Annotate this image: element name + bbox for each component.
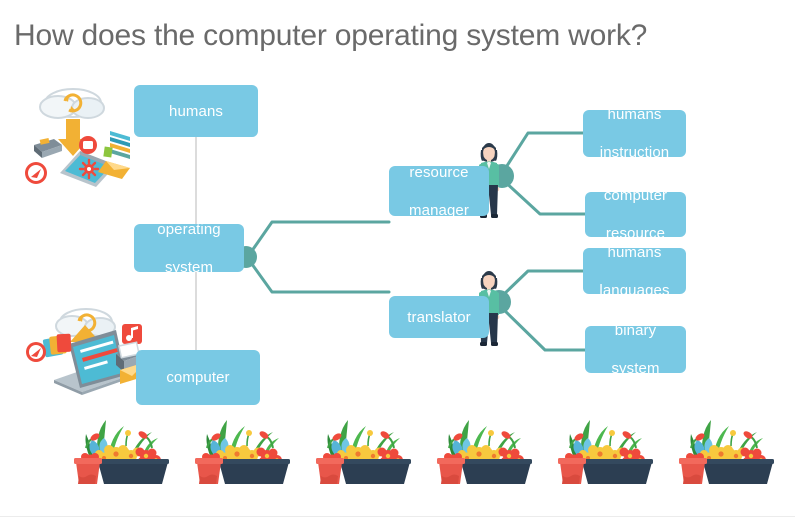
node-humans-instruction-label-line1: humans (607, 106, 662, 123)
node-binary-system[interactable]: binary system (585, 322, 686, 377)
node-operating-system-label: operating system (157, 220, 220, 277)
node-binary-system-label: binary system (611, 321, 659, 378)
node-resource-manager-label: resource manager (409, 163, 469, 220)
node-computer-label: computer (166, 369, 230, 386)
node-resource-manager[interactable]: resource manager (389, 164, 489, 219)
laptop-cloud-upload-illustration (20, 296, 150, 409)
node-operating-system-label-line2: system (164, 258, 214, 276)
node-computer-resource-label-line1: computer (603, 187, 668, 204)
planter-illustration (673, 414, 777, 491)
node-translator[interactable]: translator (389, 296, 489, 338)
planter-illustration (431, 414, 535, 491)
slide-canvas: How does the computer operating system w… (0, 0, 795, 531)
cloud-download-mobile-illustration (18, 83, 136, 196)
node-operating-system[interactable]: operating system (134, 221, 244, 276)
node-resource-manager-label-line1: resource (409, 163, 469, 181)
planter-illustration (310, 414, 414, 491)
page-title: How does the computer operating system w… (14, 19, 648, 52)
node-translator-label: translator (407, 308, 471, 326)
node-binary-system-label-line2: system (611, 360, 660, 377)
node-humans-label: humans (169, 102, 223, 120)
node-computer-resource-label: computer resource (604, 186, 667, 243)
node-humans-instruction[interactable]: humans instruction (583, 106, 686, 161)
node-humans-instruction-label: humans instruction (600, 105, 669, 162)
node-resource-manager-label-line2: manager (409, 201, 469, 219)
node-humans[interactable]: humans (134, 85, 258, 137)
node-humans-instruction-label-line2: instruction (599, 144, 670, 161)
planter-illustration (189, 414, 293, 491)
node-computer-resource-label-line2: resource (605, 225, 666, 242)
node-humans-languages-label-line2: languages (599, 281, 670, 299)
node-computer[interactable]: computer (136, 350, 260, 405)
node-operating-system-label-line1: operating (157, 220, 221, 238)
planter-row (0, 414, 795, 494)
node-humans-languages-label-line1: humans (607, 243, 662, 261)
node-humans-languages-label: humans languages (599, 243, 669, 300)
planter-illustration (68, 414, 172, 491)
node-binary-system-label-line1: binary (614, 322, 657, 339)
node-humans-languages[interactable]: humans languages (583, 244, 686, 299)
planter-illustration (552, 414, 656, 491)
node-computer-resource[interactable]: computer resource (585, 187, 686, 242)
